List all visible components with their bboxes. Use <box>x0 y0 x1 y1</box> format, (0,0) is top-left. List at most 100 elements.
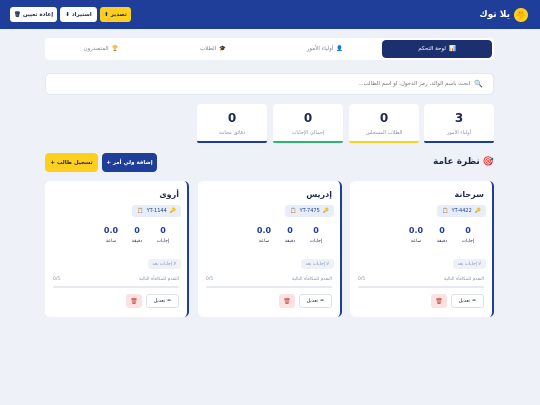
login-code-value: YT-7475 <box>299 208 320 214</box>
trash-icon: 🗑 <box>13 11 21 18</box>
progress-label: التقدم للمكافأة التالية <box>444 277 484 282</box>
chick-logo-icon: 🐥 <box>514 7 528 22</box>
trash-icon: 🗑 <box>130 297 138 305</box>
progress-bar <box>206 286 332 288</box>
hours-value: 0.0 <box>103 226 119 235</box>
edit-button[interactable]: ✏ تعديل <box>451 294 484 308</box>
hours-label: ساعة <box>105 239 117 244</box>
answers-value: 0 <box>465 226 471 235</box>
hours-label: ساعة <box>258 239 270 244</box>
search-icon: 🔍 <box>474 80 483 88</box>
hours-stat: 0.0 ساعة <box>99 226 123 244</box>
reset-button[interactable]: 🗑 إعادة تعيين <box>10 7 57 22</box>
minutes-label: دقيقة <box>131 239 143 244</box>
tab-leaderboard[interactable]: 🏆 المتصدرون <box>46 40 156 58</box>
minutes-value: 0 <box>134 226 140 235</box>
delete-button[interactable]: 🗑 <box>279 294 295 308</box>
tab-label: الطلاب <box>199 46 217 52</box>
login-code[interactable]: 🔑 YT-7475 📋 <box>285 205 334 217</box>
minutes-stat: 0 دقيقة <box>125 226 149 244</box>
progress-label: التقدم للمكافأة التالية <box>292 277 332 282</box>
login-code[interactable]: 🔑 YT-1144 📋 <box>132 205 181 217</box>
progress-value: 0/5 <box>53 277 61 282</box>
tab-dashboard[interactable]: 📊 لوحة التحكم <box>382 40 492 58</box>
brand[interactable]: 🐥 يلا توك <box>479 6 528 23</box>
export-button[interactable]: ⬆ تصدير <box>100 7 131 22</box>
add-parent-button[interactable]: + إضافة ولي أمر <box>102 153 157 172</box>
stat-value: 0 <box>303 111 313 125</box>
key-icon: 🔑 <box>474 208 481 214</box>
graduation-cap-icon: 🎓 <box>219 46 227 52</box>
trophy-icon: 🏆 <box>111 46 119 52</box>
progress-bar <box>53 286 179 288</box>
target-icon: 🎯 <box>482 157 494 167</box>
minutes-value: 0 <box>439 226 445 235</box>
answers-stat: 0 إجابات <box>304 226 328 244</box>
progress-value: 0/5 <box>358 277 366 282</box>
progress-bar <box>358 286 484 288</box>
student-name: أروى <box>159 190 179 199</box>
stat-accent-bar <box>273 141 343 143</box>
no-answers-badge: لا إجابات بعد <box>300 259 334 269</box>
section-title: 🎯 نظرة عامة <box>433 157 494 167</box>
copy-icon[interactable]: 📋 <box>290 208 296 214</box>
answers-value: 0 <box>313 226 319 235</box>
trash-icon: 🗑 <box>283 297 291 305</box>
copy-icon[interactable]: 📋 <box>442 208 448 214</box>
minutes-value: 0 <box>287 226 293 235</box>
progress-value: 0/5 <box>206 277 214 282</box>
hours-stat: 0.0 ساعة <box>252 226 276 244</box>
main-tabs: 📊 لوحة التحكم 👤 أولياء الأمور 🎓 الطلاب 🏆… <box>45 38 494 60</box>
stat-card-free-minutes: 0 دقائق مجانية <box>197 104 267 143</box>
tab-parents[interactable]: 👤 أولياء الأمور <box>270 40 380 58</box>
hours-value: 0.0 <box>408 226 424 235</box>
stat-accent-bar <box>349 141 419 143</box>
tab-students[interactable]: 🎓 الطلاب <box>158 40 268 58</box>
copy-icon[interactable]: 📋 <box>137 208 143 214</box>
login-code[interactable]: 🔑 YT-4422 📋 <box>437 205 486 217</box>
register-student-button[interactable]: + تسجيل طالب <box>45 153 98 172</box>
stat-accent-bar <box>197 141 267 143</box>
stat-card-answers: 0 إجمالي الإجابات <box>273 104 343 143</box>
stat-value: 3 <box>454 111 464 125</box>
minutes-stat: 0 دقيقة <box>278 226 302 244</box>
student-name: سرحانة <box>454 190 484 199</box>
edit-label: تعديل <box>306 298 319 304</box>
tab-label: المتصدرون <box>83 46 109 52</box>
minutes-stat: 0 دقيقة <box>430 226 454 244</box>
chart-icon: 📊 <box>448 46 456 52</box>
download-icon: ⬇ <box>65 11 70 18</box>
pencil-icon: ✏ <box>472 298 477 304</box>
search-bar: 🔍 <box>45 73 494 95</box>
key-icon: 🔑 <box>169 208 176 214</box>
key-icon: 🔑 <box>322 208 329 214</box>
search-input[interactable] <box>56 81 471 87</box>
answers-label: إجابات <box>156 239 170 244</box>
hours-label: ساعة <box>410 239 422 244</box>
pencil-icon: ✏ <box>320 298 325 304</box>
import-label: استيراد <box>71 11 92 18</box>
stat-value: 0 <box>379 111 389 125</box>
answers-label: إجابات <box>461 239 475 244</box>
stat-label: دقائق مجانية <box>218 130 246 136</box>
edit-button[interactable]: ✏ تعديل <box>146 294 179 308</box>
answers-stat: 0 إجابات <box>151 226 175 244</box>
hours-stat: 0.0 ساعة <box>404 226 428 244</box>
edit-button[interactable]: ✏ تعديل <box>299 294 332 308</box>
answers-value: 0 <box>160 226 166 235</box>
student-name: إدريس <box>306 190 332 199</box>
delete-button[interactable]: 🗑 <box>126 294 142 308</box>
brand-name: يلا توك <box>479 9 510 20</box>
pencil-icon: ✏ <box>167 298 172 304</box>
stat-label: إجمالي الإجابات <box>291 130 325 136</box>
delete-button[interactable]: 🗑 <box>431 294 447 308</box>
stat-card-parents: 3 أولياء الأمور <box>424 104 494 143</box>
answers-stat: 0 إجابات <box>456 226 480 244</box>
answers-label: إجابات <box>309 239 323 244</box>
progress-label: التقدم للمكافأة التالية <box>139 277 179 282</box>
no-answers-badge: لا إجابات بعد <box>147 259 181 269</box>
no-answers-badge: لا إجابات بعد <box>452 259 486 269</box>
import-button[interactable]: ⬇ استيراد <box>60 7 97 22</box>
login-code-value: YT-1144 <box>146 208 167 214</box>
person-icon: 👤 <box>336 46 344 52</box>
